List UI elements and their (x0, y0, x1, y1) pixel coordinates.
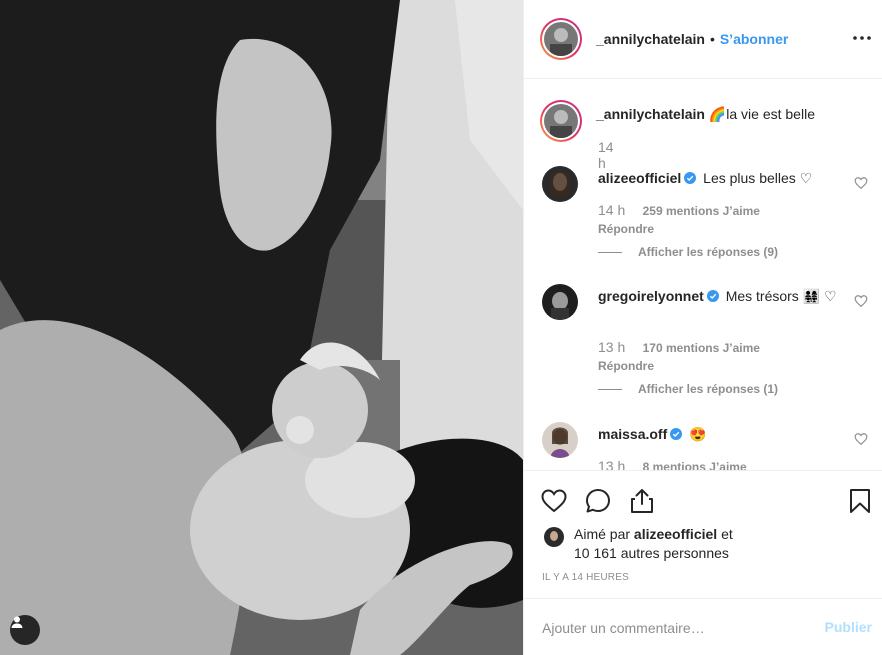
comment-text: 😍 (689, 426, 707, 442)
comment-like-icon[interactable] (854, 294, 868, 308)
comment-time: 13 h (598, 339, 626, 355)
reply-button[interactable]: Répondre (598, 359, 654, 373)
view-replies-label: Afficher les réponses (1) (638, 382, 779, 396)
reply-button[interactable]: Répondre (598, 222, 654, 236)
verified-badge-icon (684, 172, 697, 184)
comments-list[interactable]: _annilychatelain 🌈la vie est belle 14 h … (524, 80, 882, 470)
comment-meta: 13 h 170 mentions J’aime (598, 339, 760, 355)
comment-body: gregoirelyonnet Mes trésors 👨‍👩‍👧‍👧 ♡ (598, 286, 838, 306)
comment-item: maissa.off 😍 13 h 8 mentions J’aime (540, 422, 870, 470)
verified-badge-icon (670, 428, 683, 440)
comment-text: Les plus belles ♡ (703, 170, 813, 186)
likes-prefix: Aimé par (574, 526, 631, 542)
comment-meta: 13 h 8 mentions J’aime (598, 458, 747, 470)
comment-username[interactable]: gregoirelyonnet (598, 288, 704, 304)
liker-avatar[interactable] (544, 527, 564, 547)
comment-likes[interactable]: 8 mentions J’aime (643, 460, 747, 470)
verified-badge-icon (706, 290, 719, 302)
comment-username[interactable]: alizeeofficiel (598, 170, 681, 186)
comment-likes[interactable]: 259 mentions J’aime (643, 204, 760, 218)
post-caption: _annilychatelain 🌈la vie est belle (540, 100, 815, 142)
caption-text: 🌈la vie est belle (708, 106, 815, 122)
commenter-avatar[interactable] (542, 422, 578, 458)
caption-username[interactable]: _annilychatelain (596, 106, 705, 122)
likes-suffix: et (721, 526, 733, 542)
comment-text: Mes trésors 👨‍👩‍👧‍👧 ♡ (725, 288, 837, 304)
likes-line-1: Aimé par alizeeofficiel et (574, 526, 733, 542)
comment-body: maissa.off 😍 (598, 424, 838, 444)
post-photo[interactable] (0, 0, 523, 655)
post-actions (524, 470, 882, 530)
likes-line-2: 10 161 autres personnes (574, 545, 729, 561)
caption-avatar-image (544, 104, 578, 138)
post-side-panel: _annilychatelain • S’abonner _annilychat… (523, 0, 882, 655)
comment-like-icon[interactable] (854, 176, 868, 190)
commenter-avatar[interactable] (542, 166, 578, 202)
author-username[interactable]: _annilychatelain (596, 31, 705, 47)
caption-avatar[interactable] (540, 100, 582, 142)
author-avatar-image (544, 22, 578, 56)
separator-dot: • (709, 31, 715, 47)
comment-time: 13 h (598, 458, 626, 470)
likes-user[interactable]: alizeeofficiel (634, 526, 717, 542)
likes-others[interactable]: 10 161 autres personnes (574, 545, 729, 561)
add-comment-bar: Publier (524, 598, 882, 655)
comment-icon[interactable] (584, 487, 612, 515)
heart-icon[interactable] (540, 487, 568, 515)
comment-item: alizeeofficiel Les plus belles ♡ 14 h 25… (540, 166, 870, 266)
view-replies-label: Afficher les réponses (9) (638, 245, 779, 259)
caption-body: _annilychatelain 🌈la vie est belle (596, 106, 815, 142)
publish-button[interactable]: Publier (825, 619, 872, 635)
comment-username[interactable]: maissa.off (598, 426, 667, 442)
comment-item: gregoirelyonnet Mes trésors 👨‍👩‍👧‍👧 ♡ 13… (540, 284, 870, 404)
follow-button[interactable]: S’abonner (720, 31, 788, 47)
replies-line (598, 251, 622, 253)
post-modal: _annilychatelain • S’abonner _annilychat… (0, 0, 882, 655)
view-replies-button[interactable]: Afficher les réponses (9) (598, 245, 778, 259)
commenter-avatar[interactable] (542, 284, 578, 320)
comment-input[interactable] (540, 617, 804, 639)
user-tags-icon[interactable] (10, 615, 40, 645)
post-header: _annilychatelain • S’abonner (524, 0, 882, 79)
comment-meta: 14 h 259 mentions J’aime (598, 202, 760, 218)
author-avatar[interactable] (540, 18, 582, 60)
comment-like-icon[interactable] (854, 432, 868, 446)
comment-time: 14 h (598, 202, 626, 218)
replies-line (598, 388, 622, 390)
view-replies-button[interactable]: Afficher les réponses (1) (598, 382, 778, 396)
bookmark-icon[interactable] (846, 487, 874, 515)
more-options-icon[interactable] (852, 28, 872, 48)
post-timestamp[interactable]: IL Y A 14 HEURES (542, 572, 629, 583)
comment-body: alizeeofficiel Les plus belles ♡ (598, 168, 838, 188)
share-icon[interactable] (628, 487, 656, 515)
photo-illustration (0, 0, 523, 655)
comment-likes[interactable]: 170 mentions J’aime (643, 341, 760, 355)
